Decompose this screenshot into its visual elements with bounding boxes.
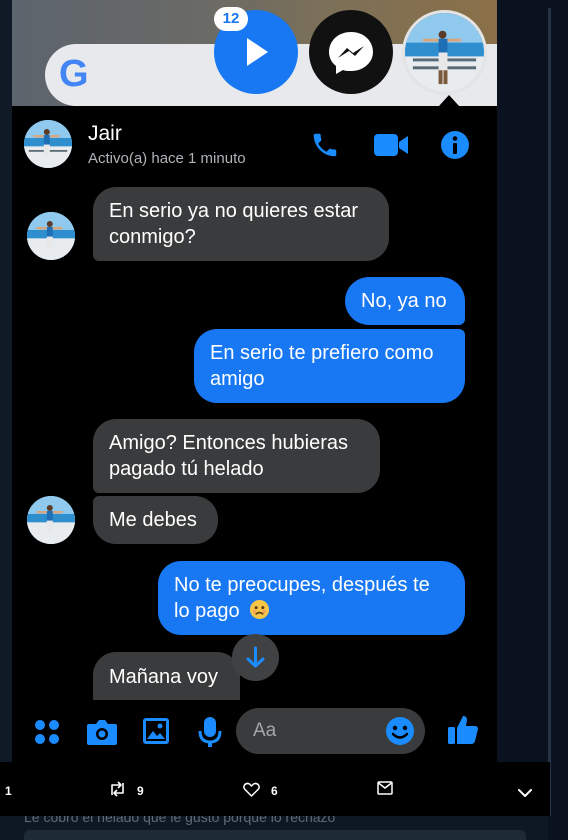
retweet-count: 9 xyxy=(137,784,144,798)
message-text: No te preocupes, después te lo pago xyxy=(174,574,430,622)
message-avatar[interactable] xyxy=(27,212,75,260)
message-bubble-sent[interactable]: No te preocupes, después te lo pago xyxy=(158,561,465,635)
thumbs-up-icon[interactable] xyxy=(447,714,479,751)
message-input[interactable]: Aa xyxy=(236,708,425,754)
retweet-icon[interactable] xyxy=(108,781,127,802)
message-input-placeholder: Aa xyxy=(253,720,277,741)
message-bubble-sent[interactable]: En serio te prefiero como amigo xyxy=(194,329,465,403)
message-bubble-received[interactable]: Mañana voy xyxy=(93,652,240,702)
contact-chat-head-avatar[interactable] xyxy=(402,10,487,95)
sad-face-emoji-icon xyxy=(249,599,270,627)
arrow-down-icon xyxy=(246,646,265,668)
contact-active-status: Activo(a) hace 1 minuto xyxy=(88,150,246,167)
message-bubble-received[interactable]: Me debes xyxy=(93,496,218,544)
next-tweet-card xyxy=(24,830,526,840)
menu-dots-icon[interactable] xyxy=(34,719,60,750)
play-icon xyxy=(247,38,268,66)
right-scroll-border xyxy=(548,8,551,816)
contact-name[interactable]: Jair xyxy=(88,122,122,146)
messenger-chat-head-button[interactable] xyxy=(309,10,393,94)
notification-badge: 12 xyxy=(214,7,248,31)
messenger-screenshot: G 12 Jair Activo(a) hace 1 minuto En ser… xyxy=(12,0,497,762)
next-tweet-text: Le cobro el helado que le gusto porque l… xyxy=(24,816,336,825)
emoji-icon[interactable] xyxy=(385,716,415,751)
info-icon[interactable] xyxy=(440,130,470,165)
message-avatar[interactable] xyxy=(27,496,75,544)
message-bubble-received[interactable]: En serio ya no quieres estar conmigo? xyxy=(93,187,389,261)
like-count: 6 xyxy=(271,784,278,798)
next-tweet-preview: Le cobro el helado que le gusto porque l… xyxy=(0,816,548,840)
tweet-action-bar: 1 9 6 xyxy=(0,762,550,816)
messenger-icon xyxy=(329,32,373,74)
message-bubble-sent[interactable]: No, ya no xyxy=(345,277,465,325)
message-composer: Aa xyxy=(12,700,497,762)
message-bubble-received[interactable]: Amigo? Entonces hubieras pagado tú helad… xyxy=(93,419,380,493)
chat-header: Jair Activo(a) hace 1 minuto xyxy=(12,106,497,180)
contact-avatar[interactable] xyxy=(24,120,72,168)
reply-count: 1 xyxy=(5,784,12,798)
gallery-icon[interactable] xyxy=(142,717,170,750)
microphone-icon[interactable] xyxy=(198,716,222,753)
camera-icon[interactable] xyxy=(86,718,118,751)
like-heart-icon[interactable] xyxy=(243,782,260,802)
chat-head-pointer xyxy=(439,95,459,106)
left-gutter xyxy=(0,0,12,840)
message-envelope-icon[interactable] xyxy=(377,781,393,800)
scroll-to-bottom-button[interactable] xyxy=(232,634,279,681)
google-logo-icon: G xyxy=(59,53,89,95)
video-camera-icon[interactable] xyxy=(374,134,408,161)
right-background xyxy=(497,0,568,840)
phone-icon[interactable] xyxy=(310,130,340,165)
chevron-down-icon[interactable] xyxy=(518,785,532,803)
